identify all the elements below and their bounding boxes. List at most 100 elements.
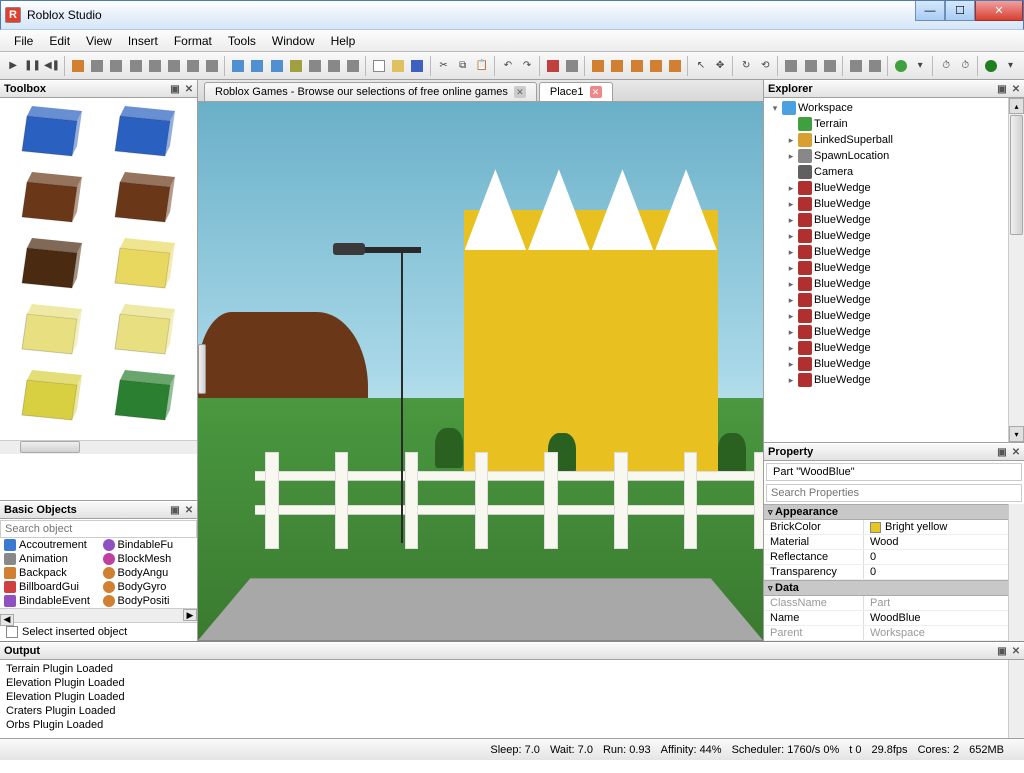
tool-icon[interactable] — [608, 56, 626, 76]
tool-icon[interactable] — [146, 56, 164, 76]
menu-edit[interactable]: Edit — [41, 32, 78, 50]
tool-icon[interactable]: ▾ — [911, 56, 929, 76]
window-minimize-button[interactable]: — — [915, 1, 945, 21]
property-group[interactable]: Appearance — [764, 504, 1024, 520]
basic-object-item[interactable]: BlockMesh — [99, 552, 198, 566]
property-row[interactable]: ParentWorkspace — [764, 626, 1024, 641]
basic-search-input[interactable] — [0, 520, 197, 538]
select-icon[interactable]: ↖ — [692, 56, 710, 76]
tree-node[interactable]: ▸BlueWedge — [766, 180, 1022, 196]
tool-icon[interactable] — [287, 56, 305, 76]
toolbox-wedge[interactable] — [17, 172, 87, 232]
toolbox-wedge[interactable] — [110, 304, 180, 364]
pause-icon[interactable]: ❚❚ — [23, 56, 42, 76]
paste-icon[interactable]: 📋 — [473, 56, 491, 76]
tree-node[interactable]: ▸BlueWedge — [766, 308, 1022, 324]
close-icon[interactable]: ✕ — [590, 86, 602, 98]
tree-node[interactable]: ▸BlueWedge — [766, 260, 1022, 276]
basic-object-item[interactable]: Animation — [0, 552, 99, 566]
tool-icon[interactable] — [184, 56, 202, 76]
toolbox-wedge[interactable] — [17, 106, 87, 166]
tool-icon[interactable]: ⏱ — [937, 56, 955, 76]
save-icon[interactable] — [408, 56, 426, 76]
tool-icon[interactable] — [892, 56, 910, 76]
tool-icon[interactable] — [544, 56, 562, 76]
toolbox-wedge[interactable] — [110, 238, 180, 298]
undo-icon[interactable]: ↶ — [499, 56, 517, 76]
tool-icon[interactable] — [821, 56, 839, 76]
property-row[interactable]: Reflectance0 — [764, 550, 1024, 565]
basic-object-item[interactable]: BindableEvent — [0, 594, 99, 608]
property-row[interactable]: Transparency0 — [764, 565, 1024, 580]
rotate-icon[interactable]: ↻ — [737, 56, 755, 76]
tool-icon[interactable] — [267, 56, 285, 76]
tool-icon[interactable] — [88, 56, 106, 76]
toolbox-wedge[interactable] — [110, 106, 180, 166]
tree-node[interactable]: ▸BlueWedge — [766, 324, 1022, 340]
explorer-vscroll[interactable]: ▴▾ — [1008, 98, 1024, 442]
tree-node[interactable]: ▾Workspace — [766, 100, 1022, 116]
tool-icon[interactable] — [847, 56, 865, 76]
window-maximize-button[interactable]: ☐ — [945, 1, 975, 21]
property-row[interactable]: BrickColorBright yellow — [764, 520, 1024, 535]
toolbox-wedge[interactable] — [17, 304, 87, 364]
tree-node[interactable]: Camera — [766, 164, 1022, 180]
tree-node[interactable]: Terrain — [766, 116, 1022, 132]
tool-icon[interactable] — [107, 56, 125, 76]
tool-icon[interactable] — [982, 56, 1000, 76]
tool-icon[interactable] — [563, 56, 581, 76]
toolbox-wedge[interactable] — [17, 370, 87, 430]
tree-node[interactable]: ▸BlueWedge — [766, 356, 1022, 372]
move-icon[interactable]: ✥ — [711, 56, 729, 76]
tool-icon[interactable]: ▾ — [1001, 56, 1019, 76]
close-icon[interactable]: ✕ — [1010, 447, 1022, 458]
tab-place1[interactable]: Place1 ✕ — [539, 82, 613, 101]
close-icon[interactable]: ✕ — [1010, 646, 1022, 657]
3d-viewport[interactable] — [198, 102, 763, 641]
toolbox-wedge[interactable] — [17, 238, 87, 298]
basic-hscroll[interactable]: ◀▶ — [0, 608, 197, 622]
toolbox-wedge[interactable] — [110, 370, 180, 430]
redo-icon[interactable]: ↷ — [518, 56, 536, 76]
copy-icon[interactable]: ⧉ — [454, 56, 472, 76]
tool-icon[interactable] — [628, 56, 646, 76]
close-icon[interactable]: ✕ — [183, 84, 195, 95]
tool-icon[interactable] — [165, 56, 183, 76]
dock-icon[interactable]: ▣ — [996, 447, 1008, 458]
basic-object-item[interactable]: Accoutrement — [0, 538, 99, 552]
close-icon[interactable]: ✕ — [514, 86, 526, 98]
tool-icon[interactable] — [589, 56, 607, 76]
select-inserted-checkbox[interactable] — [6, 626, 18, 638]
cut-icon[interactable]: ✂ — [434, 56, 452, 76]
tool-icon[interactable]: ⟲ — [756, 56, 774, 76]
dock-icon[interactable]: ▣ — [996, 646, 1008, 657]
tool-icon[interactable]: ⏱ — [956, 56, 974, 76]
tool-icon[interactable] — [647, 56, 665, 76]
menu-format[interactable]: Format — [166, 32, 220, 50]
tool-icon[interactable] — [782, 56, 800, 76]
menu-insert[interactable]: Insert — [120, 32, 166, 50]
menu-window[interactable]: Window — [264, 32, 323, 50]
new-icon[interactable] — [370, 56, 388, 76]
tree-node[interactable]: ▸SpawnLocation — [766, 148, 1022, 164]
tree-node[interactable]: ▸BlueWedge — [766, 196, 1022, 212]
tree-node[interactable]: ▸LinkedSuperball — [766, 132, 1022, 148]
tree-node[interactable]: ▸BlueWedge — [766, 228, 1022, 244]
property-search-input[interactable] — [766, 484, 1022, 502]
tool-icon[interactable] — [229, 56, 247, 76]
property-vscroll[interactable] — [1008, 504, 1024, 641]
tool-icon[interactable] — [666, 56, 684, 76]
menu-tools[interactable]: Tools — [220, 32, 264, 50]
open-icon[interactable] — [389, 56, 407, 76]
tree-node[interactable]: ▸BlueWedge — [766, 340, 1022, 356]
toolbox-hscroll[interactable] — [0, 440, 197, 454]
property-group[interactable]: Data — [764, 580, 1024, 596]
tool-icon[interactable] — [325, 56, 343, 76]
tool-icon[interactable] — [306, 56, 324, 76]
basic-object-item[interactable]: BodyPositi — [99, 594, 198, 608]
tab-roblox-games[interactable]: Roblox Games - Browse our selections of … — [204, 82, 537, 101]
basic-object-item[interactable]: Backpack — [0, 566, 99, 580]
tree-node[interactable]: ▸BlueWedge — [766, 292, 1022, 308]
dock-icon[interactable]: ▣ — [169, 84, 181, 95]
menu-file[interactable]: File — [6, 32, 41, 50]
